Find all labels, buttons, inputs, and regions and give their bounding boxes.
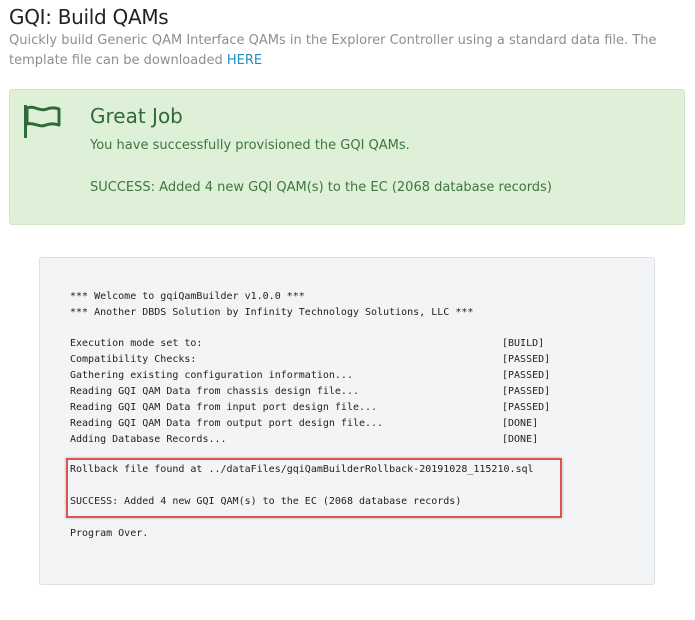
page-subtitle: Quickly build Generic QAM Interface QAMs… (9, 31, 689, 71)
console-step-status: [DONE] (502, 418, 539, 429)
console-step-status: [PASSED] (502, 386, 551, 397)
console-step-label: Adding Database Records... (70, 434, 227, 445)
console-step-status: [PASSED] (502, 370, 551, 381)
success-alert: Great Job You have successfully provisio… (9, 89, 685, 225)
console-output: *** Welcome to gqiQamBuilder v1.0.0 *** … (39, 257, 655, 585)
console-step-status: [PASSED] (502, 354, 551, 365)
console-step-status: [PASSED] (502, 402, 551, 413)
flag-icon (24, 105, 61, 138)
alert-result: SUCCESS: Added 4 new GQI QAM(s) to the E… (90, 180, 552, 195)
console-step-status: [BUILD] (502, 338, 545, 349)
console-step-label: Execution mode set to: (70, 338, 203, 349)
alert-title: Great Job (90, 104, 183, 128)
subtitle-text: Quickly build Generic QAM Interface QAMs… (9, 33, 657, 68)
console-step-label: Reading GQI QAM Data from input port des… (70, 402, 378, 413)
console-step-label: Reading GQI QAM Data from output port de… (70, 418, 384, 429)
template-download-link[interactable]: HERE (227, 53, 262, 68)
console-step-label: Reading GQI QAM Data from chassis design… (70, 386, 359, 397)
console-step-label: Compatibility Checks: (70, 354, 197, 365)
console-step-label: Gathering existing configuration informa… (70, 370, 353, 381)
alert-message: You have successfully provisioned the GQ… (90, 138, 410, 153)
console-step-status: [DONE] (502, 434, 539, 445)
console-welcome-line: *** Another DBDS Solution by Infinity Te… (70, 307, 474, 318)
console-end-line: Program Over. (70, 528, 149, 539)
page-title: GQI: Build QAMs (9, 5, 169, 29)
highlight-annotation-box (66, 458, 562, 518)
console-welcome-line: *** Welcome to gqiQamBuilder v1.0.0 *** (70, 291, 305, 302)
